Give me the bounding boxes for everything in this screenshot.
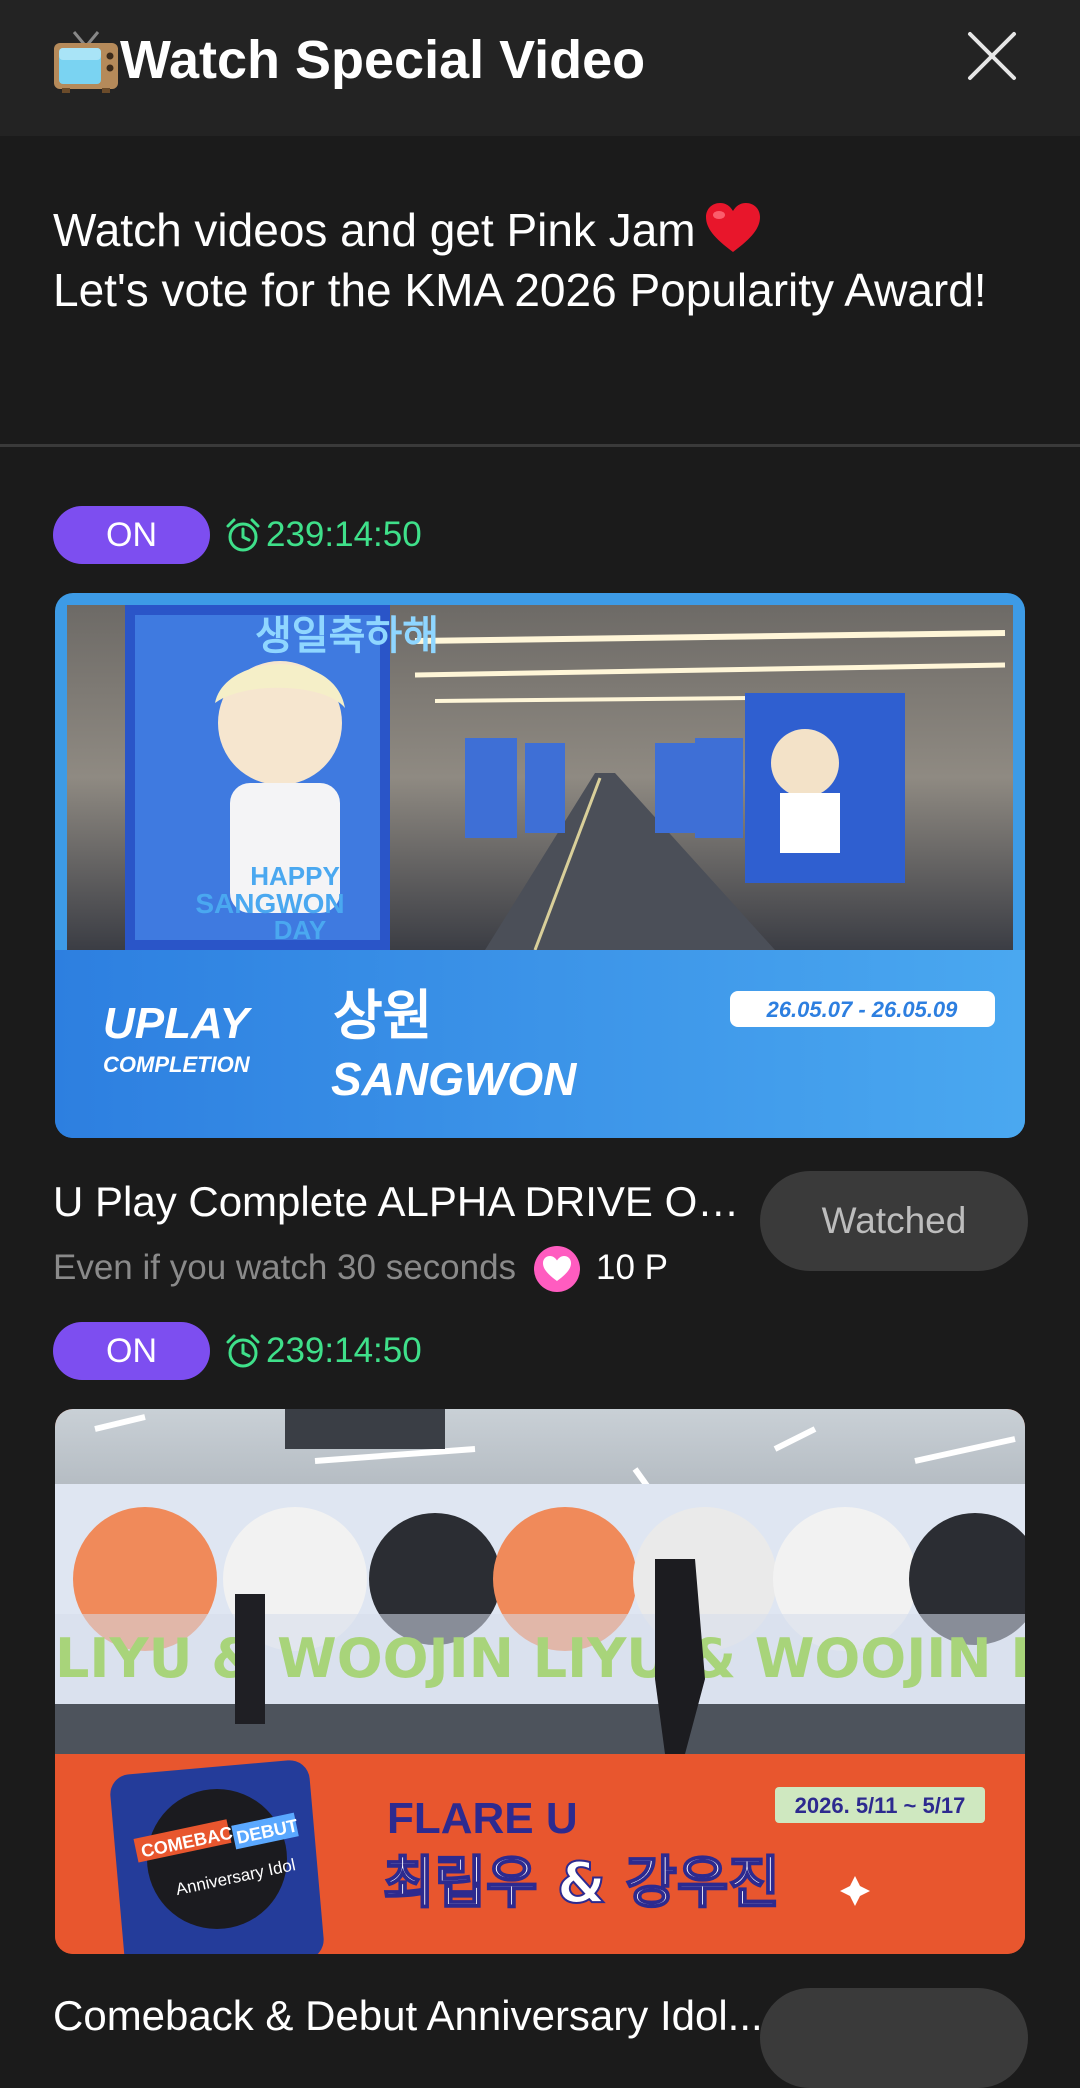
video-status-row: ON 239:14:50: [53, 506, 653, 564]
thumbnail-image: 생일축하해 HAPPY SANGWON DAY UPLAY COMPLETION…: [55, 593, 1025, 1138]
video-thumbnail[interactable]: 생일축하해 HAPPY SANGWON DAY UPLAY COMPLETION…: [55, 593, 1025, 1138]
video-thumbnail[interactable]: LIYU & WOOJIN LIYU & WOOJIN LIYU & WOOJI…: [55, 1409, 1025, 1954]
banner-title: UPLAY: [103, 999, 253, 1048]
video-status-row: ON 239:14:50: [53, 1322, 653, 1380]
video-title[interactable]: U Play Complete ALPHA DRIVE ON...: [53, 1174, 743, 1230]
intro-line-1: Watch videos and get Pink Jam: [53, 204, 696, 256]
countdown-timer: 239:14:50: [266, 1331, 422, 1370]
screen-text: HAPPY: [250, 861, 340, 891]
watched-button[interactable]: Watched: [760, 1171, 1028, 1271]
banner-name-en: SANGWON: [331, 1053, 577, 1105]
close-icon[interactable]: [964, 28, 1020, 84]
header-bar: Watch Special Video: [0, 0, 1080, 136]
pink-jam-icon: [534, 1246, 580, 1292]
intro-text: Watch videos and get Pink Jam Let's vote…: [53, 200, 1033, 320]
page-title: Watch Special Video: [120, 30, 646, 90]
alarm-clock-icon: [226, 518, 260, 552]
reward-description: Even if you watch 30 seconds: [53, 1248, 517, 1287]
thumbnail-image: LIYU & WOOJIN LIYU & WOOJIN LIYU & WOOJI…: [55, 1409, 1025, 1954]
video-title[interactable]: Comeback & Debut Anniversary Idol...: [53, 1988, 763, 2044]
screen-text: DAY: [274, 915, 327, 945]
divider: [0, 444, 1080, 447]
banner-names-kr: 최립우 & 강우진: [383, 1851, 780, 1916]
screen-text: 생일축하해: [255, 613, 439, 659]
banner-dates: 2026. 5/11 ~ 5/17: [795, 1793, 966, 1818]
wall-text: LIYU & WOOJIN LIYU & WOOJIN LIYU & WOOJI…: [55, 1627, 1025, 1690]
banner-brand: FLARE U: [387, 1794, 578, 1843]
banner-dates: 26.05.07 - 26.05.09: [766, 997, 959, 1022]
status-badge: ON: [53, 1322, 210, 1380]
banner-name-kr: 상원: [333, 984, 432, 1047]
countdown-timer: 239:14:50: [266, 515, 422, 554]
banner-subtitle: COMPLETION: [103, 1052, 251, 1077]
tv-icon: [54, 31, 118, 93]
watch-button[interactable]: [760, 1988, 1028, 2088]
alarm-clock-icon: [226, 1334, 260, 1368]
status-badge: ON: [53, 506, 210, 564]
red-heart-icon: [705, 203, 760, 252]
intro-line-2: Let's vote for the KMA 2026 Popularity A…: [53, 264, 987, 316]
reward-points: 10 P: [596, 1248, 668, 1287]
